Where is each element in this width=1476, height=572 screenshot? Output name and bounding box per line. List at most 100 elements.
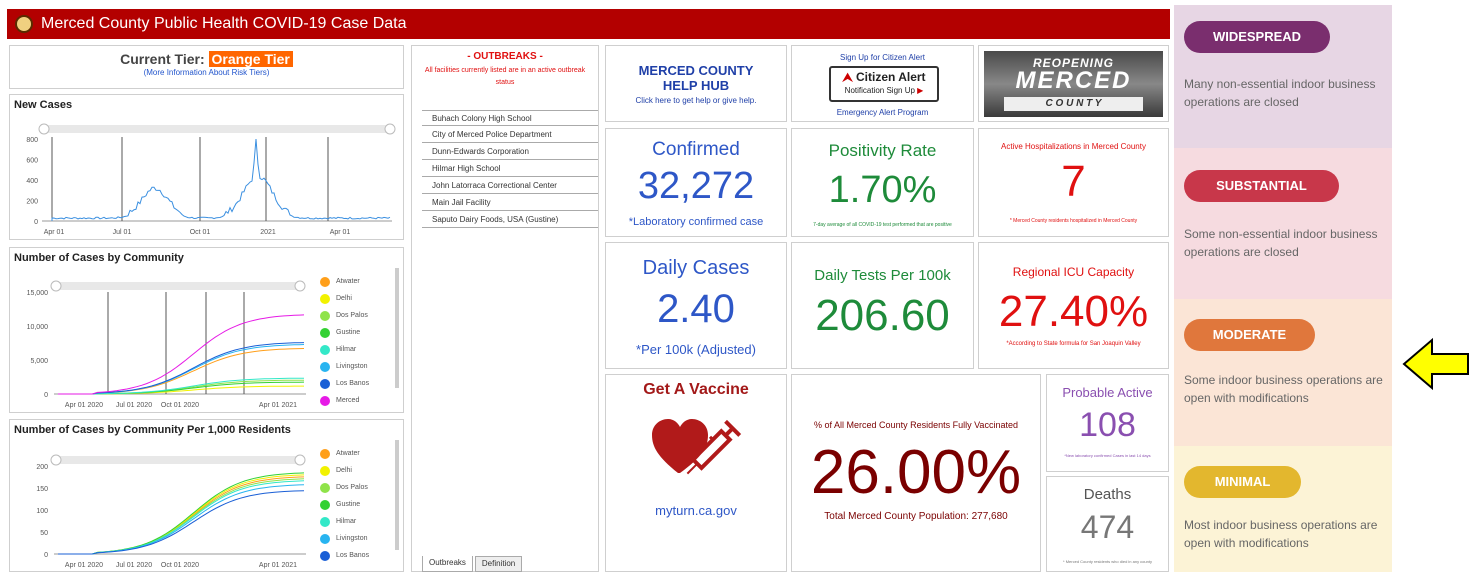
range-slider-handle-left[interactable] bbox=[50, 280, 62, 292]
legend-item[interactable]: Gustine bbox=[320, 324, 369, 341]
y-tick-label: 0 bbox=[44, 552, 48, 559]
legend-swatch-icon bbox=[320, 361, 330, 372]
legend-label: Livingston bbox=[336, 535, 368, 542]
y-tick-label: 5,000 bbox=[30, 358, 48, 365]
confirmed-title: Confirmed bbox=[652, 139, 740, 160]
reopening-banner: REOPENING MERCED C O U N T Y bbox=[984, 51, 1163, 117]
range-slider-track[interactable] bbox=[42, 125, 392, 133]
citizen-alert-bottom: Emergency Alert Program bbox=[836, 108, 929, 117]
hospitalizations-card: Active Hospitalizations in Merced County… bbox=[978, 128, 1169, 237]
x-tick-label: Jul 01 bbox=[113, 229, 132, 236]
legend-label: Livingston bbox=[336, 363, 368, 370]
alert-chevron-icon: ⮝ bbox=[842, 70, 856, 84]
range-slider-handle-left[interactable] bbox=[50, 454, 62, 466]
legend-item[interactable]: Gustine bbox=[320, 496, 369, 513]
legend-item[interactable]: Los Banos bbox=[320, 547, 369, 564]
citizen-alert-signup-button[interactable]: ⮝ Citizen Alert Notification Sign Up ▶ bbox=[829, 66, 939, 102]
legend-swatch-icon bbox=[320, 327, 330, 338]
outbreak-list-item[interactable]: Saputo Dairy Foods, USA (Gustine) bbox=[422, 212, 598, 228]
legend-swatch-icon bbox=[320, 378, 330, 389]
legend-scrollbar[interactable] bbox=[395, 268, 399, 388]
y-tick-label: 0 bbox=[34, 219, 38, 226]
tier-minimal-label[interactable]: MINIMAL bbox=[1184, 466, 1301, 498]
range-slider-handle-right[interactable] bbox=[384, 123, 396, 135]
tab-outbreaks[interactable]: Outbreaks bbox=[422, 556, 473, 572]
hospitalizations-value: 7 bbox=[1061, 157, 1086, 206]
outbreak-list-item[interactable]: City of Merced Police Department bbox=[422, 127, 598, 143]
vaccine-title: Get A Vaccine bbox=[643, 381, 749, 398]
legend-swatch-icon bbox=[320, 550, 330, 561]
outbreak-list-item[interactable]: Buhach Colony High School bbox=[422, 110, 598, 126]
positivity-title: Positivity Rate bbox=[828, 141, 937, 160]
positivity-value: 1.70% bbox=[828, 169, 937, 211]
legend-label: Los Banos bbox=[336, 552, 370, 559]
legend-item[interactable]: Dos Palos bbox=[320, 307, 369, 324]
legend-item[interactable]: Merced bbox=[320, 392, 369, 409]
icu-value: 27.40% bbox=[998, 287, 1149, 336]
legend-item[interactable]: Delhi bbox=[320, 462, 369, 479]
current-tier-value: Orange Tier bbox=[208, 51, 293, 67]
legend-item[interactable]: Atwater bbox=[320, 273, 369, 290]
reopening-merced-card[interactable]: REOPENING MERCED C O U N T Y bbox=[978, 45, 1169, 122]
legend-item[interactable]: Livingston bbox=[320, 358, 369, 375]
help-hub-card[interactable]: MERCED COUNTY HELP HUB Click here to get… bbox=[605, 45, 787, 122]
y-tick-label: 100 bbox=[36, 508, 48, 515]
tier-moderate-label[interactable]: MODERATE bbox=[1184, 319, 1315, 351]
legend-item[interactable]: Los Banos bbox=[320, 375, 369, 392]
y-tick-label: 800 bbox=[26, 137, 38, 144]
legend-swatch-icon bbox=[320, 499, 330, 510]
tier-substantial-label[interactable]: SUBSTANTIAL bbox=[1184, 170, 1339, 202]
citizen-alert-brand: Citizen Alert bbox=[855, 70, 926, 84]
range-slider-handle-right[interactable] bbox=[294, 280, 306, 292]
legend-item[interactable]: Hilmar bbox=[320, 341, 369, 358]
range-slider-handle-left[interactable] bbox=[38, 123, 50, 135]
x-tick-label: Jul 01 2020 bbox=[116, 402, 152, 409]
community-per-1000-chart[interactable]: 200 150 100 50 0 Apr 01 2020 Jul 01 2020 Oct 0… bbox=[10, 420, 310, 572]
help-hub-subtitle[interactable]: Click here to get help or give help. bbox=[606, 96, 786, 105]
legend-item[interactable]: Livingston bbox=[320, 530, 369, 547]
x-tick-label: Apr 01 2021 bbox=[259, 562, 297, 569]
outbreak-list-item[interactable]: John Latorraca Correctional Center bbox=[422, 178, 598, 194]
legend-item[interactable]: Atwater bbox=[320, 445, 369, 462]
series-line-los-banos bbox=[58, 490, 305, 555]
tab-definition[interactable]: Definition bbox=[474, 556, 523, 572]
positivity-card: Positivity Rate 1.70% 7-day average of a… bbox=[791, 128, 974, 237]
outbreak-list-item[interactable]: Main Jail Facility bbox=[422, 195, 598, 211]
range-slider-handle-right[interactable] bbox=[294, 454, 306, 466]
community-chart[interactable]: 15,000 10,000 5,000 0 Apr 01 2020 Jul 01 202… bbox=[10, 248, 310, 412]
x-tick-label: Oct 01 bbox=[190, 229, 211, 236]
risk-tiers-link[interactable]: (More Information About Risk Tiers) bbox=[10, 68, 403, 77]
new-cases-chart[interactable]: 800 600 400 200 0 Apr 01 Jul 01 Oct 01 2021 Apr … bbox=[10, 95, 403, 239]
legend-swatch-icon bbox=[320, 310, 330, 321]
legend-item[interactable]: Dos Palos bbox=[320, 479, 369, 496]
tier-moderate-desc: Some indoor business operations are open… bbox=[1184, 373, 1383, 405]
vaccine-link[interactable]: myturn.ca.gov bbox=[606, 503, 786, 518]
vaccinated-value: 26.00% bbox=[810, 438, 1022, 507]
confirmed-note: *Laboratory confirmed case bbox=[628, 216, 764, 228]
legend-item[interactable]: Hilmar bbox=[320, 513, 369, 530]
reopening-line2: MERCED bbox=[1015, 67, 1132, 94]
series-line-dos-palos bbox=[58, 478, 305, 555]
legend-item[interactable]: Delhi bbox=[320, 290, 369, 307]
legend-swatch-icon bbox=[320, 516, 330, 527]
legend-scrollbar[interactable] bbox=[395, 440, 399, 550]
tier-guide: WIDESPREAD Many non-essential indoor bus… bbox=[1174, 5, 1392, 572]
confirmed-value: 32,272 bbox=[637, 165, 755, 207]
range-slider-track[interactable] bbox=[54, 282, 304, 290]
probable-active-title: Probable Active bbox=[1062, 385, 1153, 400]
outbreak-list-item[interactable]: Dunn-Edwards Corporation bbox=[422, 144, 598, 160]
legend-swatch-icon bbox=[320, 344, 330, 355]
range-slider-track[interactable] bbox=[54, 456, 304, 464]
community-chart-legend: Atwater Delhi Dos Palos Gustine Hilmar Living… bbox=[320, 273, 369, 409]
legend-label: Atwater bbox=[336, 278, 360, 285]
legend-label: Dos Palos bbox=[336, 312, 368, 319]
series-line-delhi bbox=[58, 474, 305, 555]
series-line-gustine bbox=[58, 472, 305, 555]
vaccine-card[interactable]: Get A Vaccine myturn.ca.gov bbox=[605, 374, 787, 572]
tier-widespread-label[interactable]: WIDESPREAD bbox=[1184, 21, 1330, 53]
tier-minimal-desc: Most indoor business operations are open… bbox=[1184, 518, 1378, 550]
citizen-alert-card[interactable]: Sign Up for Citizen Alert ⮝ Citizen Aler… bbox=[791, 45, 974, 122]
outbreak-list-item[interactable]: Hilmar High School bbox=[422, 161, 598, 177]
positivity-note: 7-day average of all COVID-19 test perfo… bbox=[813, 222, 952, 228]
help-hub-title[interactable]: MERCED COUNTY HELP HUB bbox=[606, 63, 786, 93]
